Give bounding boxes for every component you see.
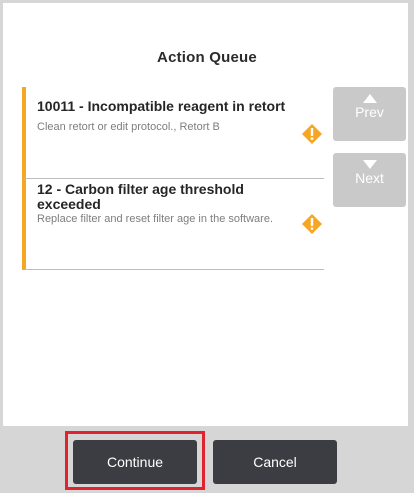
action-queue-list: 10011 - Incompatible reagent in retort C… <box>22 87 324 270</box>
warning-icon <box>302 124 322 144</box>
queue-item[interactable]: 12 - Carbon filter age threshold exceede… <box>22 179 324 270</box>
warning-icon <box>302 214 322 234</box>
arrow-up-icon <box>362 94 377 103</box>
queue-item-title: 10011 - Incompatible reagent in retort <box>37 98 286 114</box>
next-button[interactable]: Next <box>333 153 406 207</box>
queue-item-description: Clean retort or edit protocol., Retort B <box>37 121 220 133</box>
queue-item[interactable]: 10011 - Incompatible reagent in retort C… <box>22 87 324 179</box>
next-label: Next <box>355 170 384 186</box>
dialog-title: Action Queue <box>157 49 257 66</box>
arrow-down-icon <box>362 160 377 169</box>
action-queue-dialog: Action Queue 10011 - Incompatible reagen… <box>0 0 414 493</box>
prev-button[interactable]: Prev <box>333 87 406 141</box>
continue-button[interactable]: Continue <box>73 440 197 484</box>
queue-item-title: 12 - Carbon filter age threshold exceede… <box>37 181 244 212</box>
prev-label: Prev <box>355 104 384 120</box>
queue-item-description: Replace filter and reset filter age in t… <box>37 213 274 225</box>
cancel-button[interactable]: Cancel <box>213 440 337 484</box>
